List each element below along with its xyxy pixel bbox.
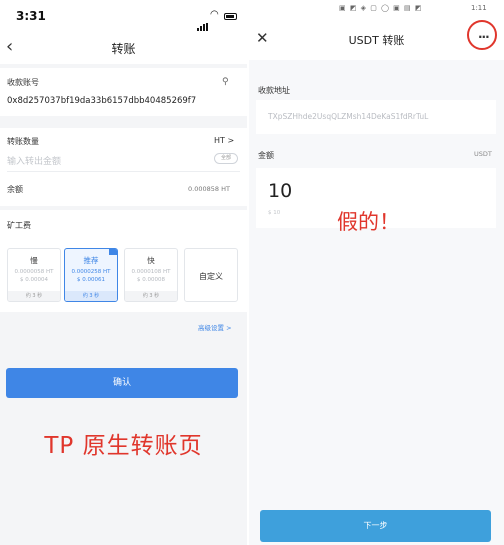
fee-option-name: 推荐 <box>83 256 99 265</box>
page-title: 转账 <box>111 42 136 56</box>
amount-fiat: $ 10 <box>268 210 281 216</box>
status-bar: ▣ ◩ ◈ ▢ ◯ ▣ ▤ ◩ 1:11 <box>249 0 504 16</box>
receiver-address[interactable]: 0x8d257037bf19da33b6157dbb40485269f7 <box>7 96 196 106</box>
fee-option-amount: 0.0000258 HT <box>71 269 111 275</box>
battery-icon <box>224 13 237 20</box>
all-button[interactable]: 全部 <box>214 153 238 164</box>
fee-section: 矿工费 慢 0.0000058 HT $ 0.00004 约 3 秒 推荐 0.… <box>0 210 247 312</box>
caption-annotation: TP 原生转账页 <box>44 433 203 459</box>
fee-option-custom[interactable]: 自定义 <box>184 248 238 302</box>
tp-native-transfer-panel: 3:31 ◠ ‹ 转账 收款账号 ⚲ 0x8d257037bf19da33b61… <box>0 0 247 545</box>
receiver-address: TXpSZHhde2UsqQLZMsh14DeKaS1fdRrTuL <box>268 112 429 121</box>
page-title: USDT 转账 <box>348 34 405 47</box>
fake-transfer-panel: ▣ ◩ ◈ ▢ ◯ ▣ ▤ ◩ 1:11 ✕ USDT 转账 ··· 收款地址 … <box>249 0 504 545</box>
highlight-circle <box>467 20 497 50</box>
status-time: 1:11 <box>471 4 487 12</box>
status-bar: 3:31 ◠ <box>0 0 247 32</box>
fee-option-name: 自定义 <box>199 272 223 281</box>
token-selector[interactable]: HT > <box>214 136 234 145</box>
receiver-label: 收款地址 <box>258 86 290 95</box>
status-icons: ▣ ◩ ◈ ▢ ◯ ▣ ▤ ◩ <box>339 4 423 12</box>
receiver-label: 收款账号 <box>7 78 39 87</box>
advanced-settings-link[interactable]: 高级设置 > <box>198 322 232 332</box>
status-time: 3:31 <box>16 9 46 23</box>
amount-label: 金额 <box>258 151 274 160</box>
amount-value: 10 <box>268 180 293 202</box>
fake-annotation: 假的！ <box>337 210 400 234</box>
amount-input[interactable]: 输入转出金额 <box>7 154 61 167</box>
amount-section: 转账数量 HT > 输入转出金额 全部 余额 0.000858 HT <box>0 128 247 206</box>
fee-option-amount: 0.0000058 HT <box>14 269 54 275</box>
fee-label: 矿工费 <box>7 221 31 230</box>
confirm-button[interactable]: 确认 <box>6 368 238 398</box>
fee-option-usd: $ 0.00008 <box>137 277 165 283</box>
nav-bar: ‹ 转账 <box>0 32 247 64</box>
contact-add-icon[interactable]: ⚲ <box>222 77 229 87</box>
fee-option-time: 约 3 秒 <box>125 291 177 301</box>
fee-option-fast[interactable]: 快 0.0000108 HT $ 0.00008 约 3 秒 <box>124 248 178 302</box>
fee-option-time: 约 3 秒 <box>65 291 117 301</box>
fee-option-amount: 0.0000108 HT <box>131 269 171 275</box>
amount-label: 转账数量 <box>7 137 39 146</box>
receiver-section: 收款账号 ⚲ 0x8d257037bf19da33b6157dbb4048526… <box>0 68 247 116</box>
fee-option-name: 慢 <box>30 256 38 265</box>
fee-option-usd: $ 0.00004 <box>20 277 48 283</box>
divider <box>7 171 240 172</box>
amount-unit: USDT <box>474 150 492 158</box>
fee-option-slow[interactable]: 慢 0.0000058 HT $ 0.00004 约 3 秒 <box>7 248 61 302</box>
balance-label: 余额 <box>7 185 23 194</box>
fee-option-recommended[interactable]: 推荐 0.0000258 HT $ 0.00061 约 3 秒 <box>64 248 118 302</box>
fee-option-time: 约 3 秒 <box>8 291 60 301</box>
signal-icon <box>197 12 209 31</box>
fee-option-usd: $ 0.00061 <box>77 277 105 283</box>
next-button[interactable]: 下一步 <box>260 510 491 542</box>
nav-bar: ✕ USDT 转账 ··· <box>249 16 504 60</box>
wifi-icon: ◠ <box>210 9 219 20</box>
receiver-address-field[interactable]: TXpSZHhde2UsqQLZMsh14DeKaS1fdRrTuL <box>256 100 496 134</box>
balance-value: 0.000858 HT <box>188 185 230 193</box>
fee-option-name: 快 <box>147 256 155 265</box>
